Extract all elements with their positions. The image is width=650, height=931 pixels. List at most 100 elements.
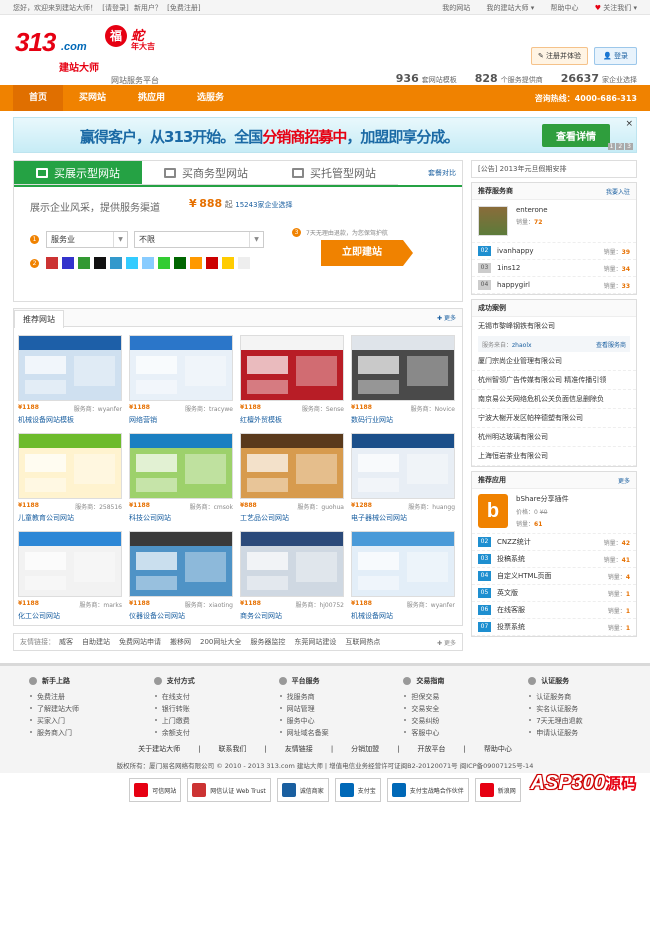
site-card[interactable]: ¥1188 服务商：marks 化工公司网站 [18, 531, 122, 621]
site-name[interactable]: 网络营销 [129, 415, 233, 425]
banner-page-1[interactable]: 1 [607, 143, 616, 150]
list-item[interactable]: 02 ivanhappy 销量：39 [472, 243, 636, 260]
footer-link[interactable]: 7天无理由退款 [528, 716, 637, 728]
footer-link[interactable]: 服务商入门 [29, 728, 138, 740]
footer-link[interactable]: 银行转账 [154, 704, 263, 716]
color-swatch[interactable] [206, 257, 218, 269]
friend-link[interactable]: 免费网站申请 [119, 637, 161, 647]
friend-link[interactable]: 威客 [59, 637, 73, 647]
site-thumbnail[interactable] [351, 335, 455, 401]
list-item[interactable]: 07 投票系统 销量：1 [472, 619, 636, 636]
register-trial-button[interactable]: ✎ 注册并体验 [530, 47, 589, 65]
source-name[interactable]: zhaolx [512, 342, 532, 349]
list-item[interactable]: 02 CNZZ统计 销量：42 [472, 534, 636, 551]
site-thumbnail[interactable] [240, 335, 344, 401]
site-provider[interactable]: 服务商：xiaoting [185, 600, 233, 609]
list-item[interactable]: 03 投稿系统 销量：41 [472, 551, 636, 568]
color-swatch[interactable] [94, 257, 106, 269]
banner-page-3[interactable]: 3 [625, 143, 633, 150]
banner[interactable]: 赢得客户，从313开始。全国分销商招募中，加盟即享分成。 查看详情 × 123 [13, 117, 637, 153]
list-item[interactable]: 03 1ins12 销量：34 [472, 260, 636, 277]
footer-bottom-link[interactable]: 关于建站大师 [138, 745, 180, 753]
register-link[interactable]: [免费注册] [167, 4, 200, 12]
top-provider[interactable]: enterone 销量：72 [472, 200, 636, 243]
logo[interactable]: 313 .com 建站大师 福 蛇 年大吉 [15, 25, 190, 75]
nav-apps[interactable]: 挑应用 [122, 85, 181, 111]
site-name[interactable]: 儿童教育公司网站 [18, 513, 122, 523]
site-name[interactable]: 机械设备网站 [351, 611, 455, 621]
color-swatch[interactable] [78, 257, 90, 269]
banner-details-button[interactable]: 查看详情 [542, 124, 610, 147]
site-card[interactable]: ¥1188 服务商：cmsok 科技公司网站 [129, 433, 233, 523]
footer-link[interactable]: 交易纠纷 [403, 716, 512, 728]
site-card[interactable]: ¥1188 服务商：Novice 数码行业网站 [351, 335, 455, 425]
site-card[interactable]: ¥1188 服务商：wyanfer 机械设备网站模板 [18, 335, 122, 425]
list-item[interactable]: 06 在线客服 销量：1 [472, 602, 636, 619]
more-link[interactable]: ✚ 更多 [437, 313, 456, 322]
friend-link[interactable]: 自助建站 [82, 637, 110, 647]
trust-badge[interactable]: 可信网站 [129, 778, 182, 802]
site-card[interactable]: ¥1188 服务商：wyanfer 机械设备网站 [351, 531, 455, 621]
case-item[interactable]: 上海恒岩茶业有限公司 [472, 447, 636, 466]
site-card[interactable]: ¥1288 服务商：huangg 电子器械公司网站 [351, 433, 455, 523]
footer-link[interactable]: 了解建站大师 [29, 704, 138, 716]
footer-link[interactable]: 认证服务商 [528, 692, 637, 704]
color-swatch[interactable] [110, 257, 122, 269]
site-provider[interactable]: 服务商：cmsok [190, 502, 233, 511]
site-provider[interactable]: 服务商：huangg [408, 502, 455, 511]
friend-link[interactable]: 东莞网站建设 [294, 637, 336, 647]
footer-link[interactable]: 网址域名备案 [279, 728, 388, 740]
more-link[interactable]: ✚ 更多 [437, 638, 456, 647]
friend-link[interactable]: 搬移网 [170, 637, 191, 647]
site-name[interactable]: 电子器械公司网站 [351, 513, 455, 523]
footer-bottom-link[interactable]: 友情链接 [285, 745, 313, 753]
case-item[interactable]: 杭州明达玻璃有限公司 [472, 428, 636, 447]
trust-badge[interactable]: 诚信商家 [276, 778, 329, 802]
site-provider[interactable]: 服务商：hj00752 [295, 600, 344, 609]
color-swatch[interactable] [62, 257, 74, 269]
footer-link[interactable]: 实名认证服务 [528, 704, 637, 716]
compare-plans-link[interactable]: 套餐对比 [428, 168, 462, 178]
color-swatch[interactable] [142, 257, 154, 269]
site-thumbnail[interactable] [129, 531, 233, 597]
join-link[interactable]: 我要入驻 [606, 187, 630, 196]
trust-badge[interactable]: 支付宝 [334, 778, 381, 802]
color-swatch[interactable] [238, 257, 250, 269]
site-card[interactable]: ¥1188 服务商：258516 儿童教育公司网站 [18, 433, 122, 523]
footer-bottom-link[interactable]: 帮助中心 [484, 745, 512, 753]
case-item[interactable]: 无锡市黎峰钢铁有限公司 [472, 317, 636, 336]
site-provider[interactable]: 服务商：marks [79, 600, 122, 609]
site-card[interactable]: ¥1188 服务商：tracywe 网络营销 [129, 335, 233, 425]
footer-link[interactable]: 申请认证服务 [528, 728, 637, 740]
site-card[interactable]: ¥1188 服务商：hj00752 商务公司网站 [240, 531, 344, 621]
color-swatch[interactable] [126, 257, 138, 269]
footer-link[interactable]: 免费注册 [29, 692, 138, 704]
friend-link[interactable]: 互联网热点 [345, 637, 380, 647]
footer-bottom-link[interactable]: 联系我们 [218, 745, 246, 753]
footer-bottom-link[interactable]: 分销加盟 [351, 745, 379, 753]
site-thumbnail[interactable] [129, 335, 233, 401]
site-thumbnail[interactable] [18, 433, 122, 499]
color-swatch[interactable] [46, 257, 58, 269]
more-link[interactable]: 更多 [618, 476, 630, 485]
site-provider[interactable]: 服务商：tracywe [185, 404, 233, 413]
footer-link[interactable]: 担保交易 [403, 692, 512, 704]
footer-bottom-link[interactable]: 开放平台 [418, 745, 446, 753]
site-name[interactable]: 仪器设备公司网站 [129, 611, 233, 621]
site-thumbnail[interactable] [240, 531, 344, 597]
site-name[interactable]: 化工公司网站 [18, 611, 122, 621]
help-link[interactable]: 帮助中心 [551, 4, 579, 12]
site-thumbnail[interactable] [240, 433, 344, 499]
site-card[interactable]: ¥1188 服务商：Sense 红檀外贸模板 [240, 335, 344, 425]
site-name[interactable]: 科技公司网站 [129, 513, 233, 523]
site-provider[interactable]: 服务商：wyanfer [74, 404, 122, 413]
site-provider[interactable]: 服务商：guohua [297, 502, 344, 511]
color-swatch[interactable] [158, 257, 170, 269]
top-app[interactable]: b bShare分享插件 价格：0 ¥0 销量：61 [472, 489, 636, 534]
list-item[interactable]: 05 英文版 销量：1 [472, 585, 636, 602]
site-card[interactable]: ¥888 服务商：guohua 工艺品公司网站 [240, 433, 344, 523]
list-item[interactable]: 04 自定义HTML页面 销量：4 [472, 568, 636, 585]
site-name[interactable]: 数码行业网站 [351, 415, 455, 425]
tab-business-site[interactable]: 买商务型网站 [142, 161, 270, 185]
nav-buy-site[interactable]: 买网站 [63, 85, 122, 111]
